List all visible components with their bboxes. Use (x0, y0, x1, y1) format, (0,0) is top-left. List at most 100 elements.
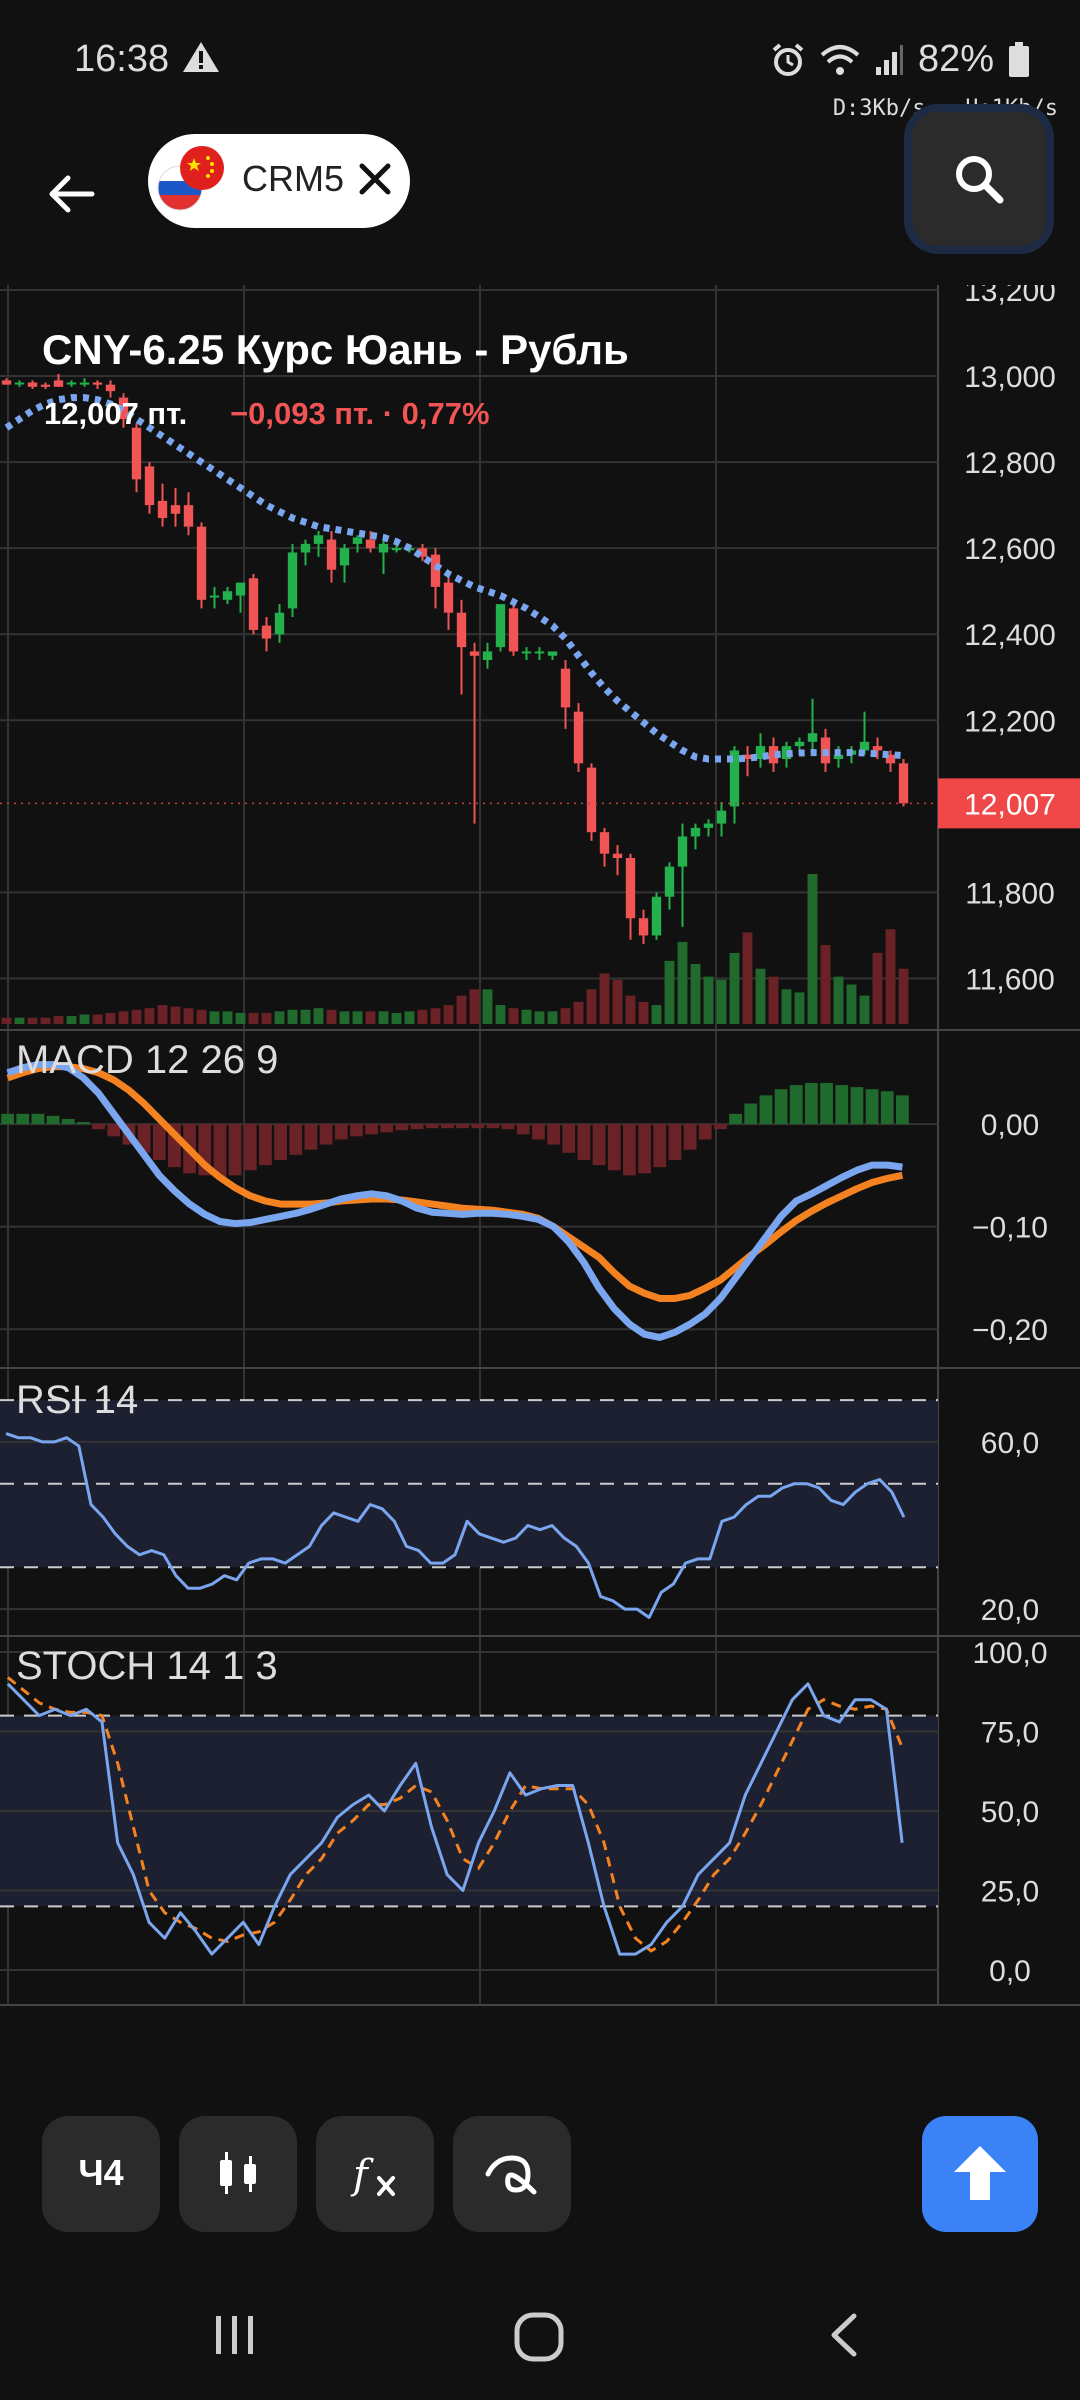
instrument-price: 12,007 пт. (44, 396, 188, 431)
volume-bar (547, 1011, 558, 1024)
macd-label[interactable]: MACD 12 26 9 (16, 1038, 278, 1083)
stoch-tick-label: 50,0 (981, 1796, 1039, 1829)
macd-histogram-bar (729, 1113, 742, 1125)
volume-bar (53, 1016, 64, 1024)
rsi-tick-label: 20,0 (981, 1594, 1039, 1627)
chart-area[interactable]: 611141913,20013,00012,80012,60012,40012,… (0, 285, 1080, 2030)
rsi-label[interactable]: RSI 14 (16, 1378, 138, 1423)
search-button[interactable] (912, 112, 1046, 246)
nav-back-icon[interactable] (820, 2310, 870, 2360)
stoch-tick-label: 25,0 (981, 1876, 1039, 1909)
macd-histogram-bar (486, 1124, 500, 1129)
volume-bar (326, 1009, 337, 1024)
recent-apps-icon[interactable] (210, 2310, 260, 2360)
volume-bar (456, 995, 467, 1024)
candle-body (625, 858, 636, 919)
candle-body (677, 836, 688, 867)
status-bar: 16:38 82% D:3Kb/s U:1Kb/s (0, 0, 1080, 121)
macd-histogram-bar (805, 1083, 818, 1125)
volume-bar (183, 1008, 194, 1024)
interval-button[interactable]: Ч4 (42, 2116, 160, 2232)
symbol-chip-label: CRM5 (242, 158, 345, 199)
candle-body (651, 896, 662, 936)
drawing-button[interactable] (453, 2116, 571, 2232)
candle-body (40, 384, 51, 387)
volume-bar (833, 976, 844, 1024)
candle-body (365, 539, 376, 549)
candle-body (274, 612, 285, 635)
indicators-button[interactable]: f (316, 2116, 434, 2232)
candle-body (599, 832, 610, 854)
volume-bar (625, 995, 636, 1024)
candle-body (196, 526, 207, 600)
volume-bar (807, 874, 818, 1024)
macd-histogram-bar (365, 1124, 378, 1135)
macd-histogram-bar (865, 1089, 879, 1125)
volume-bar (495, 1005, 506, 1024)
macd-histogram-bar (577, 1124, 591, 1160)
macd-histogram-bar (274, 1124, 287, 1160)
close-icon[interactable] (352, 156, 398, 202)
macd-histogram-bar (395, 1124, 409, 1131)
macd-histogram-bar (380, 1124, 394, 1133)
rsi-tick-label: 60,0 (981, 1427, 1039, 1460)
macd-tick-label: −0,20 (972, 1314, 1048, 1347)
volume-bar (677, 941, 688, 1024)
candle-body (456, 612, 467, 648)
symbol-chip[interactable]: CRM5 (148, 134, 410, 228)
candle-body (508, 608, 519, 652)
macd-histogram-bar (850, 1087, 864, 1125)
volume-bar (794, 992, 805, 1024)
instrument-change: −0,093 пт. · 0,77% (230, 396, 490, 431)
candle-body (378, 543, 389, 553)
candle-body (326, 539, 337, 570)
back-button[interactable] (40, 162, 104, 226)
scroll-up-button[interactable] (922, 2116, 1038, 2232)
alarm-icon (772, 42, 804, 76)
volume-bar (560, 1008, 571, 1024)
macd-histogram-bar (562, 1124, 576, 1153)
candles-icon (220, 2152, 256, 2194)
macd-histogram-bar (744, 1103, 758, 1125)
macd-histogram-bar (623, 1124, 636, 1176)
macd-histogram-bar (698, 1124, 712, 1140)
volume-bar (742, 932, 753, 1024)
macd-histogram-bar (259, 1124, 272, 1166)
macd-tick-label: 0,00 (981, 1109, 1039, 1142)
volume-bar (365, 1011, 376, 1024)
macd-histogram-bar (638, 1124, 651, 1174)
volume-bar (417, 1009, 428, 1024)
macd-histogram-bar (410, 1124, 424, 1130)
candle-body (443, 582, 454, 613)
volume-bar (352, 1011, 363, 1024)
warning-icon (182, 40, 220, 79)
volume-bar (443, 1005, 454, 1024)
volume-bar (534, 1011, 545, 1024)
interval-label: Ч4 (78, 2152, 124, 2193)
download-speed: D:3Kb/s (832, 96, 926, 121)
chart-type-button[interactable] (179, 2116, 297, 2232)
volume-bar (599, 973, 610, 1024)
macd-histogram-bar (880, 1091, 894, 1125)
volume-bar (391, 1012, 402, 1024)
price-tick-label: 11,800 (965, 877, 1055, 910)
status-time: 16:38 (74, 38, 170, 80)
stoch-label[interactable]: STOCH 14 1 3 (16, 1644, 278, 1689)
candle-body (92, 382, 103, 385)
candle-body (131, 427, 142, 480)
volume-bar (27, 1017, 38, 1024)
macd-histogram-bar (516, 1124, 530, 1135)
price-tick-label: 13,000 (964, 361, 1056, 394)
candle-body (339, 548, 350, 566)
volume-bar (222, 1011, 233, 1024)
candle-body (859, 741, 870, 751)
macd-histogram-bar (653, 1124, 667, 1168)
macd-histogram-bar (31, 1113, 45, 1125)
macd-histogram-bar (835, 1085, 849, 1125)
candle-body (469, 651, 480, 656)
home-icon[interactable] (512, 2310, 566, 2364)
volume-bar (313, 1008, 324, 1024)
macd-histogram-bar (350, 1124, 363, 1137)
volume-bar (469, 989, 480, 1024)
candle-body (872, 746, 883, 751)
